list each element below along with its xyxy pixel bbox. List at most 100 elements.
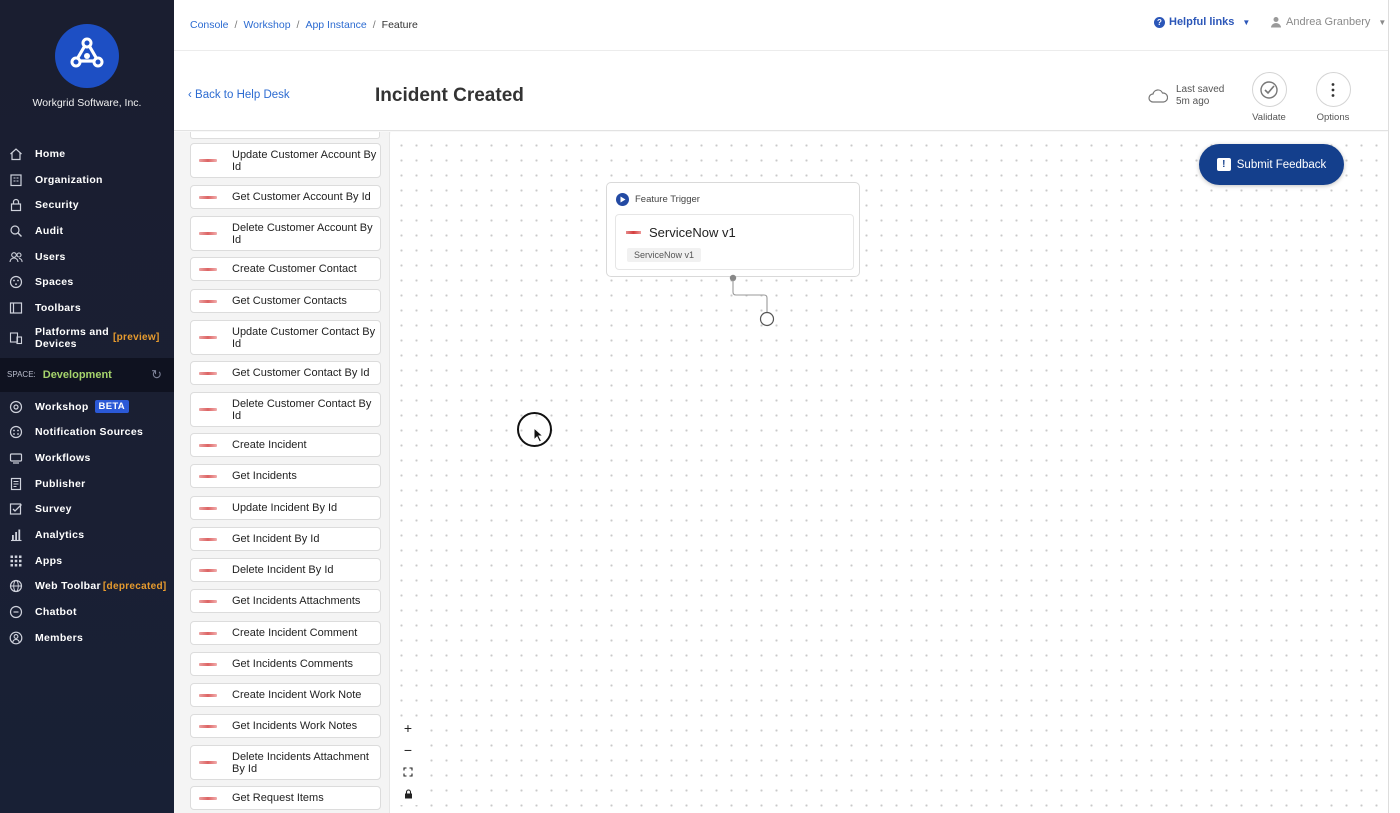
nav-item-publisher[interactable]: Publisher [0,471,174,497]
nav-item-web-toolbar[interactable]: Web Toolbar [deprecated] [0,574,174,600]
list-item[interactable]: Delete Incident By Id [190,558,381,582]
list-item[interactable]: Get Incidents Work Notes [190,714,381,738]
last-saved-status: Last saved 5m ago [1148,84,1224,108]
breadcrumb-separator: / [234,19,238,31]
nav-item-home[interactable]: Home [0,141,174,167]
nav-item-audit[interactable]: Audit [0,218,174,244]
window-scrollbar[interactable] [1388,0,1400,813]
switch-space-icon[interactable]: ↻ [151,367,162,383]
servicenow-logo-icon [199,631,217,635]
nav-item-security[interactable]: Security [0,192,174,218]
space-selector[interactable]: SPACE: Development ↻ [0,357,174,392]
list-item-label: Delete Customer Account By Id [232,221,373,246]
servicenow-logo-icon [199,443,217,447]
node-connector[interactable] [724,272,784,334]
servicenow-logo-icon [199,568,217,572]
nav-item-label: Workshop [35,400,89,413]
nav-item-label: Web Toolbar [35,580,101,593]
nav-item-chatbot[interactable]: Chatbot [0,599,174,625]
validate-label: Validate [1252,112,1286,123]
user-name: Andrea Granbery [1286,16,1371,28]
servicenow-logo-icon [199,408,217,411]
nav-item-analytics[interactable]: Analytics [0,522,174,548]
nav-item-toolbars[interactable]: Toolbars [0,295,174,321]
globe-icon [9,579,23,593]
list-item[interactable]: Get Incidents [190,464,381,488]
nav-item-apps[interactable]: Apps [0,548,174,574]
nav-item-label: Spaces [35,276,74,289]
nav-item-label: Survey [35,503,72,516]
nav-item-label: Apps [35,554,63,567]
servicenow-logo-icon [199,159,217,162]
sidebar-nav: Workgrid Software, Inc. Home Organizatio… [0,0,174,813]
options-button[interactable]: Options [1303,72,1363,123]
nav-item-platforms-and-devices[interactable]: Platforms and Devices [preview] [0,321,174,355]
list-item[interactable]: Get Incidents Attachments [190,589,381,613]
validate-button[interactable]: Validate [1239,72,1299,123]
list-item[interactable]: Create Customer Contact [190,257,381,281]
survey-icon [9,502,23,516]
list-item[interactable]: Create Incident Work Note [190,683,381,707]
list-item[interactable]: Get Request Items [190,786,381,810]
breadcrumb-separator: / [372,19,376,31]
workgrid-logo-icon[interactable] [55,24,119,88]
page-header: ‹ Back to Help Desk Incident Created Las… [174,51,1388,131]
servicenow-logo-icon [199,599,217,603]
zoom-controls: + − [397,717,419,805]
lock-toggle-button[interactable] [397,783,419,805]
list-item[interactable]: Update Customer Contact By Id [190,320,381,355]
list-item[interactable]: Delete Incidents Attachment By Id [190,745,381,780]
nav-item-organization[interactable]: Organization [0,167,174,193]
breadcrumb-console[interactable]: Console [190,19,229,31]
workshop-icon [9,400,23,414]
list-item[interactable]: Create Incident Comment [190,621,381,645]
list-item[interactable]: Get Incidents Comments [190,652,381,676]
user-menu[interactable]: Andrea Granbery ▼ [1270,16,1386,28]
back-link[interactable]: ‹ Back to Help Desk [188,89,290,101]
feature-trigger-node[interactable]: Feature Trigger ServiceNow v1 ServiceNow… [606,182,860,277]
nav-item-users[interactable]: Users [0,244,174,270]
breadcrumb: Console / Workshop / App Instance / Feat… [174,19,418,31]
list-item[interactable]: Delete Customer Contact By Id [190,392,381,427]
breadcrumb-workshop[interactable]: Workshop [243,19,290,31]
nav-item-survey[interactable]: Survey [0,497,174,523]
list-item[interactable]: Get Customer Account By Id [190,185,381,209]
nav-item-members[interactable]: Members [0,625,174,651]
servicenow-logo-icon [199,693,217,697]
top-bar: Console / Workshop / App Instance / Feat… [174,0,1388,51]
zoom-in-button[interactable]: + [397,717,419,739]
flow-canvas[interactable] [391,132,1388,813]
nav-item-notification-sources[interactable]: Notification Sources [0,420,174,446]
servicenow-logo-icon [626,231,641,234]
list-item-label: Get Request Items [232,792,324,804]
helpful-links-label: Helpful links [1169,16,1235,28]
brand: Workgrid Software, Inc. [0,0,174,130]
list-item[interactable]: Create Incident [190,433,381,457]
list-item[interactable]: Get Incident By Id [190,527,381,551]
list-item[interactable]: Delete Customer Account By Id [190,216,381,251]
last-saved-label: Last saved [1176,84,1225,95]
servicenow-logo-icon [199,796,217,800]
nav-item-workflows[interactable]: Workflows [0,445,174,471]
breadcrumb-app-instance[interactable]: App Instance [305,19,366,31]
list-item[interactable]: Get Customer Contacts [190,289,381,313]
publisher-icon [9,477,23,491]
servicenow-logo-icon [199,761,217,764]
nav-item-label: Workflows [35,452,91,465]
zoom-out-button[interactable]: − [397,739,419,761]
list-item[interactable]: Update Incident By Id [190,496,381,520]
list-item-label: Get Incidents Comments [232,658,354,670]
company-name: Workgrid Software, Inc. [32,97,142,109]
fit-view-button[interactable] [397,761,419,783]
nav-item-workshop[interactable]: Workshop BETA [0,394,174,420]
submit-feedback-button[interactable]: ! Submit Feedback [1199,144,1344,185]
list-item-label: Create Incident Comment [232,627,358,639]
servicenow-logo-icon [199,232,217,235]
servicenow-logo-icon [199,336,217,339]
helpful-links-dropdown[interactable]: ? Helpful links ▼ [1154,16,1250,28]
nav-item-spaces[interactable]: Spaces [0,269,174,295]
node-header-label: Feature Trigger [635,194,700,205]
caret-down-icon: ▼ [1378,17,1387,27]
list-item[interactable]: Update Customer Account By Id [190,143,381,178]
list-item[interactable]: Get Customer Contact By Id [190,361,381,385]
